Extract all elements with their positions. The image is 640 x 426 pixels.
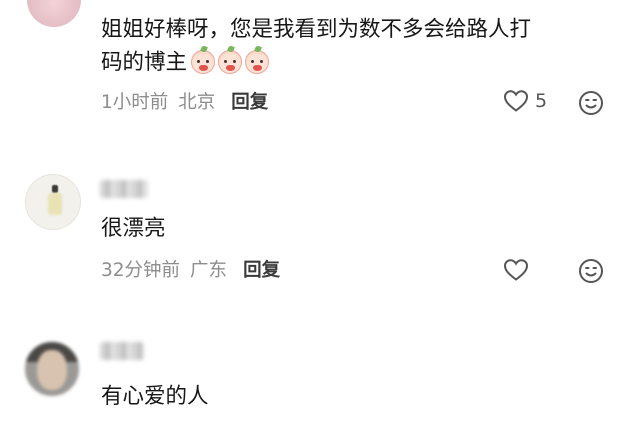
username[interactable] [100, 342, 144, 360]
comment-item: 有心爱的人 [0, 0, 640, 426]
avatar[interactable] [25, 342, 79, 396]
comment-text: 有心爱的人 [101, 384, 209, 409]
